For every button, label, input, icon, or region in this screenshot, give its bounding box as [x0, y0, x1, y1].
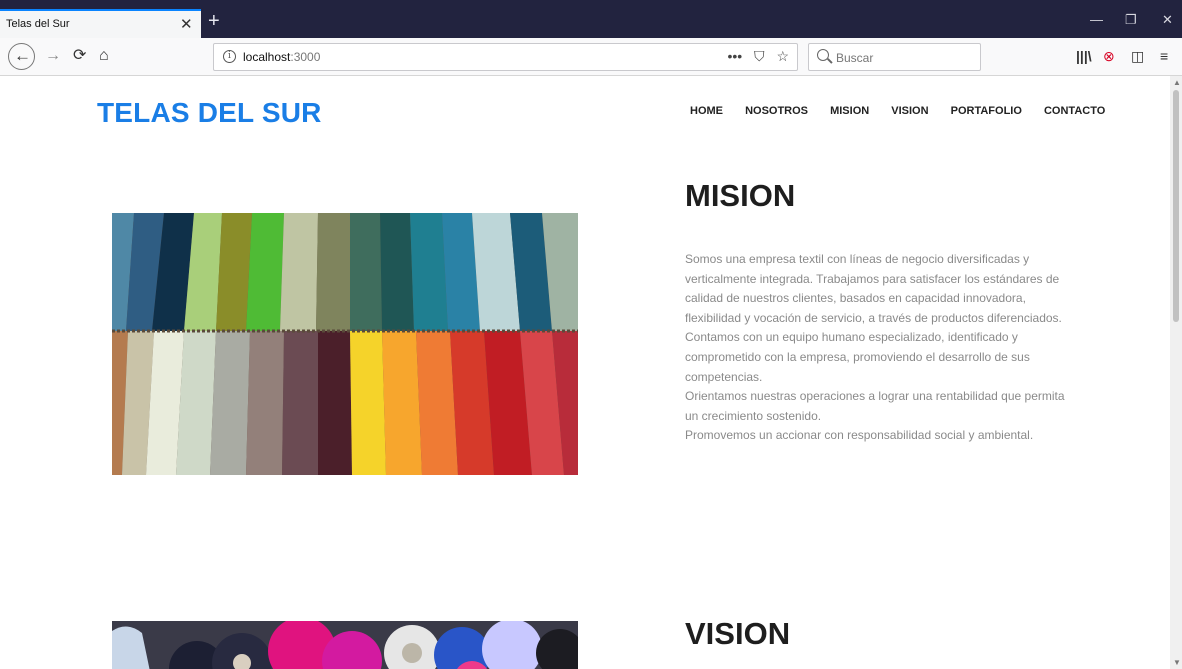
mision-paragraph: Orientamos nuestras operaciones a lograr…: [685, 389, 1065, 423]
fabric-samples-image: [112, 213, 578, 475]
menu-portafolio[interactable]: PORTAFOLIO: [951, 105, 1022, 117]
pocket-icon[interactable]: ⛉: [754, 48, 765, 64]
tab-close-icon[interactable]: ✕: [180, 15, 193, 33]
tab-title: Telas del Sur: [6, 18, 70, 30]
browser-tab[interactable]: Telas del Sur ✕: [0, 9, 201, 38]
library-icon[interactable]: |||\: [1076, 48, 1092, 64]
bookmark-star-icon[interactable]: ☆: [776, 48, 789, 64]
scroll-up-icon[interactable]: ▲: [1173, 78, 1181, 87]
forward-icon[interactable]: →: [45, 47, 61, 65]
back-button[interactable]: ←: [8, 43, 35, 70]
new-tab-icon[interactable]: +: [208, 11, 220, 31]
browser-tabbar: Telas del Sur ✕ + — ❐ ✕: [0, 0, 1182, 38]
page-viewport: TELAS DEL SUR HOME NOSOTROS MISION VISIO…: [0, 76, 1170, 669]
search-icon: [817, 49, 829, 61]
page-actions-icon[interactable]: •••: [727, 48, 742, 64]
window-close-icon[interactable]: ✕: [1162, 12, 1173, 28]
minimize-icon[interactable]: —: [1090, 12, 1103, 27]
menu-home[interactable]: HOME: [690, 105, 723, 117]
mision-text: Somos una empresa textil con líneas de n…: [685, 250, 1077, 446]
mision-paragraph: Somos una empresa textil con líneas de n…: [685, 252, 1062, 325]
fabric-rolls-image: [112, 621, 578, 669]
reload-icon[interactable]: ⟳: [73, 47, 86, 65]
restore-icon[interactable]: ❐: [1125, 12, 1137, 28]
site-menu: HOME NOSOTROS MISION VISION PORTAFOLIO C…: [690, 105, 1124, 117]
mision-paragraph: Contamos con un equipo humano especializ…: [685, 330, 1030, 384]
back-arrow-icon: ←: [14, 46, 31, 65]
sidebar-icon[interactable]: ◫: [1131, 48, 1144, 65]
url-bar[interactable]: i localhost:3000 ••• ⛉ ☆: [213, 43, 798, 71]
search-bar[interactable]: Buscar: [808, 43, 981, 71]
scroll-down-icon[interactable]: ▼: [1173, 658, 1181, 667]
browser-navbar: ← → ⟳ ⌂ i localhost:3000 ••• ⛉ ☆ Buscar …: [0, 38, 1182, 76]
menu-vision[interactable]: VISION: [891, 105, 928, 117]
mision-paragraph: Promovemos un accionar con responsabilid…: [685, 428, 1034, 443]
home-icon[interactable]: ⌂: [99, 47, 109, 65]
blocked-addon-icon[interactable]: ⊗: [1103, 48, 1115, 65]
mision-title: MISION: [685, 178, 796, 213]
scrollbar[interactable]: ▲ ▼: [1170, 76, 1182, 669]
menu-mision[interactable]: MISION: [830, 105, 869, 117]
url-text[interactable]: localhost:3000: [243, 50, 320, 64]
scroll-thumb[interactable]: [1173, 90, 1179, 322]
vision-title: VISION: [685, 616, 791, 651]
site-brand[interactable]: TELAS DEL SUR: [97, 97, 322, 129]
menu-contacto[interactable]: CONTACTO: [1044, 105, 1105, 117]
site-info-icon[interactable]: i: [223, 50, 236, 63]
menu-nosotros[interactable]: NOSOTROS: [745, 105, 808, 117]
menu-icon[interactable]: ≡: [1160, 48, 1168, 64]
search-placeholder: Buscar: [836, 51, 874, 65]
